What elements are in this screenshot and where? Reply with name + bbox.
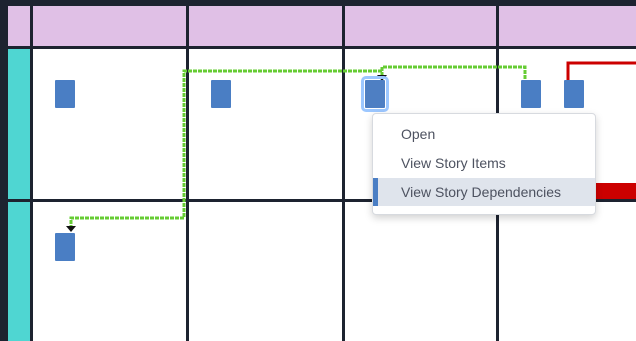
story-card[interactable] [55, 233, 75, 261]
swimlane-row-1[interactable] [8, 49, 30, 199]
board-cell[interactable] [189, 202, 342, 341]
story-card[interactable] [521, 80, 541, 108]
menu-item-view-story-items[interactable]: View Story Items [373, 149, 595, 177]
board-cell[interactable] [33, 49, 186, 199]
board-cell[interactable] [345, 202, 496, 341]
board-cell[interactable] [499, 202, 636, 341]
column-header-2[interactable] [189, 6, 342, 46]
column-header-4[interactable] [499, 6, 636, 46]
header-corner [8, 6, 30, 46]
context-menu: Open View Story Items View Story Depende… [372, 113, 596, 215]
board-cell[interactable] [189, 49, 342, 199]
menu-item-open[interactable]: Open [373, 120, 595, 148]
menu-item-label: View Story Items [401, 155, 506, 171]
menu-item-view-story-dependencies[interactable]: View Story Dependencies [373, 178, 595, 206]
swimlane-row-2[interactable] [8, 202, 30, 341]
menu-item-accent [373, 178, 378, 206]
story-card[interactable] [564, 80, 584, 108]
menu-item-label: View Story Dependencies [401, 184, 562, 200]
board-cell[interactable] [33, 202, 186, 341]
column-header-1[interactable] [33, 6, 186, 46]
story-card-selected[interactable] [361, 76, 389, 112]
story-card[interactable] [55, 80, 75, 108]
story-card[interactable] [211, 80, 231, 108]
menu-item-label: Open [401, 126, 436, 142]
column-header-3[interactable] [345, 6, 496, 46]
planning-board: Open View Story Items View Story Depende… [0, 0, 636, 341]
